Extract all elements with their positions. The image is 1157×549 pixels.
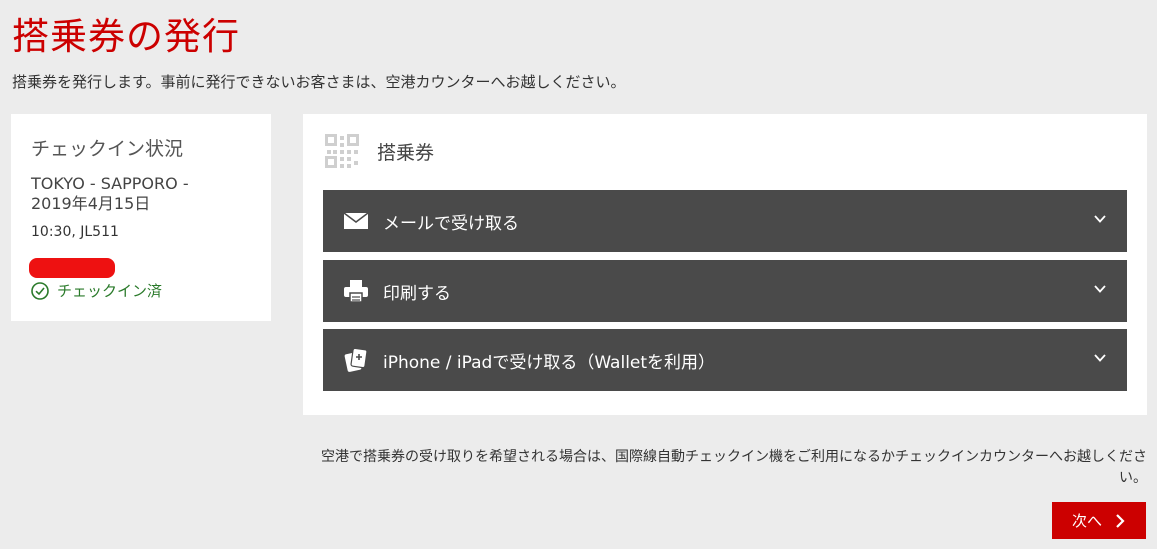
chevron-down-icon — [1094, 285, 1106, 293]
flight-info: 10:30, JL511 — [31, 224, 119, 240]
chevron-right-icon — [1116, 513, 1125, 528]
checkin-status-title: チェックイン状況 — [31, 138, 184, 160]
printer-icon — [341, 276, 371, 306]
next-label: 次へ — [1071, 512, 1102, 530]
wallet-icon — [341, 345, 371, 375]
option-label: メールで受け取る — [383, 213, 519, 234]
option-wallet[interactable]: iPhone / iPadで受け取る（Walletを利用） — [323, 329, 1127, 391]
checked-in-label: チェックイン済 — [57, 282, 163, 300]
mail-icon — [341, 206, 371, 236]
check-circle-icon — [31, 281, 49, 300]
route-date: TOKYO - SAPPORO - 2019年4月15日 — [31, 174, 189, 213]
option-label: 印刷する — [383, 283, 451, 304]
chevron-down-icon — [1094, 354, 1106, 362]
boarding-pass-panel: 搭乗券 メールで受け取る 印刷する iPhone / iPadで受け取る（Wal… — [303, 114, 1147, 415]
boarding-pass-title: 搭乗券 — [377, 141, 435, 164]
chevron-down-icon — [1094, 215, 1106, 223]
checked-in-status: チェックイン済 — [31, 280, 162, 301]
page-title: 搭乗券の発行 — [12, 15, 240, 58]
checkin-status-card: チェックイン状況 TOKYO - SAPPORO - 2019年4月15日 10… — [11, 114, 271, 321]
next-button[interactable]: 次へ — [1052, 502, 1146, 539]
option-print[interactable]: 印刷する — [323, 260, 1127, 322]
page-subtitle: 搭乗券を発行します。事前に発行できないお客さまは、空港カウンターへお越しください… — [12, 73, 626, 91]
option-label: iPhone / iPadで受け取る（Walletを利用） — [383, 352, 716, 373]
airport-note: 空港で搭乗券の受け取りを希望される場合は、国際線自動チェックイン機をご利用になる… — [321, 449, 1147, 486]
redacted-passenger-name — [29, 258, 115, 278]
option-email[interactable]: メールで受け取る — [323, 190, 1127, 252]
qr-code-icon — [325, 134, 359, 168]
boarding-pass-header: 搭乗券 — [325, 134, 434, 168]
